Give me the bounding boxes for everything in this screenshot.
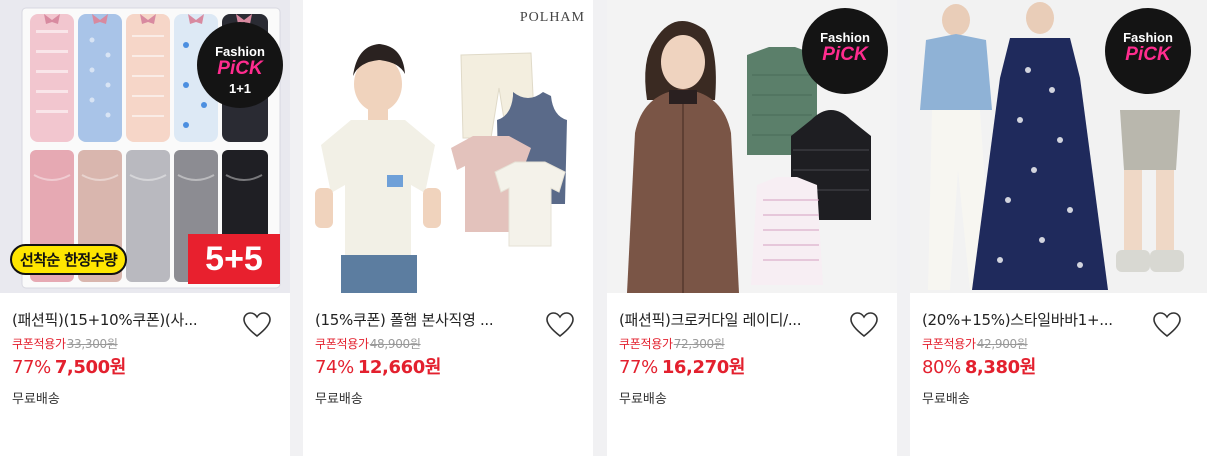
coupon-price-row: 쿠폰적용가48,900원 [315, 335, 421, 352]
sale-price: 12,660원 [357, 357, 442, 378]
free-shipping-label: 무료배송 [315, 392, 363, 407]
product-card[interactable]: Fashion PiCK (20%+15%)스타일바바1+... 쿠폰적용가42… [910, 0, 1207, 456]
fashion-pick-badge: Fashion PiCK [1105, 8, 1191, 94]
sale-price-row: 74% 12,660원 [315, 353, 441, 379]
fashion-pick-badge: Fashion PiCK [802, 8, 888, 94]
product-card[interactable]: Fashion PiCK (패션픽)크로커다일 레이디/... 쿠폰적용가72,… [607, 0, 897, 456]
badge-line2: PiCK [1125, 44, 1171, 65]
coupon-price-row: 쿠폰적용가33,300원 [12, 335, 118, 352]
coupon-price-row: 쿠폰적용가42,900원 [922, 335, 1028, 352]
product-image[interactable]: Fashion PiCK [910, 0, 1207, 293]
sale-price: 7,500원 [54, 357, 127, 378]
badge-line1: Fashion [215, 44, 265, 59]
original-price: 33,300원 [66, 337, 118, 351]
coupon-label: 쿠폰적용가 [315, 337, 369, 351]
discount-rate: 77% [12, 357, 51, 378]
product-info: (20%+15%)스타일바바1+... 쿠폰적용가42,900원 80% 8,38… [910, 293, 1207, 456]
fashion-pick-badge: Fashion PiCK 1+1 [197, 22, 283, 108]
sale-price-row: 77% 16,270원 [619, 353, 745, 379]
free-shipping-label: 무료배송 [619, 392, 667, 407]
original-price: 48,900원 [369, 337, 421, 351]
product-info: (패션픽)(15+10%쿠폰)(사... 쿠폰적용가33,300원 77% 7,5… [0, 293, 290, 456]
free-shipping-label: 무료배송 [12, 392, 60, 407]
original-price: 72,300원 [673, 337, 725, 351]
product-title[interactable]: (15%쿠폰) 폴햄 본사직영 ... [315, 309, 535, 330]
coupon-label: 쿠폰적용가 [922, 337, 976, 351]
product-card[interactable]: POLHAM (15%쿠폰) 폴햄 본사직영 ... 쿠폰적용가48,900원 … [303, 0, 593, 456]
badge-line2: PiCK [217, 58, 263, 79]
product-card[interactable]: Fashion PiCK 1+1 선착순 한정수량 5+5 (패션픽)(15+1… [0, 0, 290, 456]
discount-rate: 74% [315, 357, 354, 378]
product-image[interactable]: Fashion PiCK [607, 0, 897, 293]
coupon-label: 쿠폰적용가 [619, 337, 673, 351]
product-info: (15%쿠폰) 폴햄 본사직영 ... 쿠폰적용가48,900원 74% 12,6… [303, 293, 593, 456]
product-info: (패션픽)크로커다일 레이디/... 쿠폰적용가72,300원 77% 16,27… [607, 293, 897, 456]
sale-price: 8,380원 [964, 357, 1037, 378]
discount-rate: 80% [922, 357, 961, 378]
product-title[interactable]: (20%+15%)스타일바바1+... [922, 309, 1142, 330]
wishlist-heart-icon[interactable] [545, 311, 575, 339]
product-image[interactable]: POLHAM [303, 0, 593, 293]
product-title[interactable]: (패션픽)크로커다일 레이디/... [619, 309, 839, 330]
wishlist-heart-icon[interactable] [242, 311, 272, 339]
badge-line3: 1+1 [228, 81, 252, 96]
coupon-price-row: 쿠폰적용가72,300원 [619, 335, 725, 352]
discount-rate: 77% [619, 357, 658, 378]
first-come-limited-tag: 선착순 한정수량 [10, 244, 128, 275]
promo-count-label: 5+5 [188, 234, 280, 284]
brand-logo: POLHAM [519, 10, 585, 25]
wishlist-heart-icon[interactable] [849, 311, 879, 339]
tshirt-model-illustration [303, 0, 593, 293]
sale-price: 16,270원 [661, 357, 746, 378]
sale-price-row: 77% 7,500원 [12, 353, 126, 379]
badge-line1: Fashion [1123, 30, 1173, 45]
product-row: Fashion PiCK 1+1 선착순 한정수량 5+5 (패션픽)(15+1… [0, 0, 1207, 456]
product-title[interactable]: (패션픽)(15+10%쿠폰)(사... [12, 309, 232, 330]
coupon-label: 쿠폰적용가 [12, 337, 66, 351]
badge-line2: PiCK [822, 44, 868, 65]
original-price: 42,900원 [976, 337, 1028, 351]
wishlist-heart-icon[interactable] [1152, 311, 1182, 339]
sale-price-row: 80% 8,380원 [922, 353, 1036, 379]
product-image[interactable]: Fashion PiCK 1+1 선착순 한정수량 5+5 [0, 0, 290, 293]
badge-line1: Fashion [820, 30, 870, 45]
free-shipping-label: 무료배송 [922, 392, 970, 407]
